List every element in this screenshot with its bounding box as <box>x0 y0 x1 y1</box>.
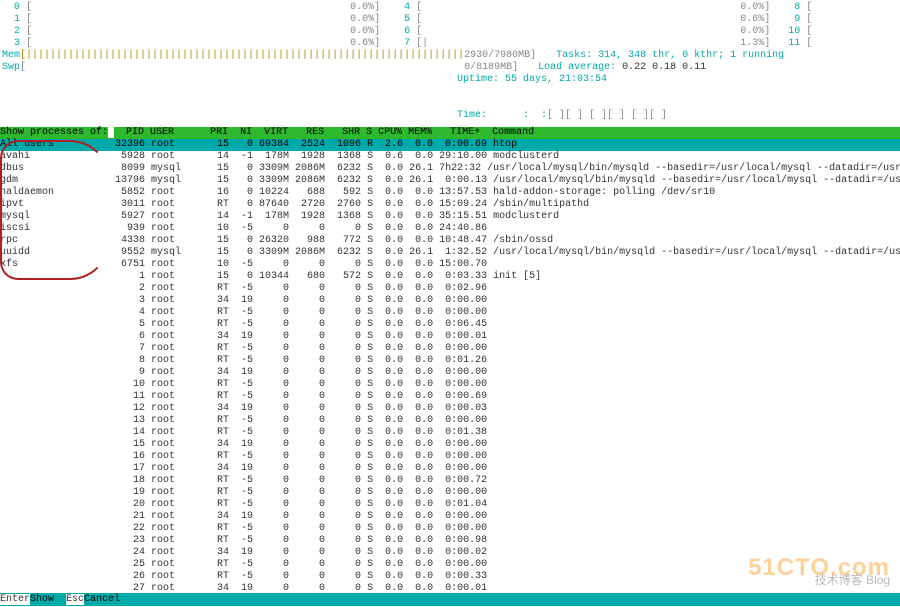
process-row[interactable]: 3 root 34 19 0 0 0 S 0.0 0.0 0:00.00 <box>115 295 900 307</box>
user-filter-item[interactable]: gdm <box>0 175 115 187</box>
process-row[interactable]: 10 root RT -5 0 0 0 S 0.0 0.0 0:00.00 <box>115 379 900 391</box>
process-row[interactable]: 19 root RT -5 0 0 0 S 0.0 0.0 0:00.00 <box>115 487 900 499</box>
process-row[interactable]: 5852 root 16 0 10224 688 592 S 0.0 0.0 1… <box>115 187 900 199</box>
process-row[interactable]: 6751 root 10 -5 0 0 0 S 0.0 0.0 15:00.70 <box>115 259 900 271</box>
process-row[interactable]: 1 root 15 0 10344 680 572 S 0.0 0.0 0:03… <box>115 271 900 283</box>
cpu-meter-1: 1 [ 0.0%] <box>2 14 392 26</box>
process-row[interactable]: 9552 mysql 15 0 3309M 2086M 6232 S 0.0 2… <box>115 247 900 259</box>
user-filter-item[interactable]: mysql <box>0 211 115 223</box>
footer-bar: EnterShow EscCancel <box>0 593 900 606</box>
process-row[interactable]: 4338 root 15 0 26320 988 772 S 0.0 0.0 1… <box>115 235 900 247</box>
enter-key-label: Enter <box>0 594 30 605</box>
user-filter-item[interactable]: avahi <box>0 151 115 163</box>
process-row[interactable]: 11 root RT -5 0 0 0 S 0.0 0.0 0:00.69 <box>115 391 900 403</box>
process-row[interactable]: 5 root RT -5 0 0 0 S 0.0 0.0 0:06.45 <box>115 319 900 331</box>
tasks-label: Tasks: 314, 348 thr, 0 kthr; 1 running <box>556 50 784 62</box>
process-row-selected[interactable]: 32396 root 15 0 69384 2524 1096 R 2.6 0.… <box>115 139 900 151</box>
filter-label: Show processes of: <box>0 127 108 139</box>
user-filter-item[interactable]: ipvt <box>0 199 115 211</box>
user-filter-item[interactable]: iscsi <box>0 223 115 235</box>
process-row[interactable]: 24 root 34 19 0 0 0 S 0.0 0.0 0:00.02 <box>115 547 900 559</box>
process-row[interactable]: 14 root RT -5 0 0 0 S 0.0 0.0 0:01.38 <box>115 427 900 439</box>
process-row[interactable]: 3011 root RT 0 87640 2720 2760 S 0.0 0.0… <box>115 199 900 211</box>
cpu-meter-10: 10 [ 0.0%] <box>782 26 900 38</box>
process-row[interactable]: 20 root RT -5 0 0 0 S 0.0 0.0 0:01.04 <box>115 499 900 511</box>
process-row[interactable]: 5928 root 14 -1 178M 1928 1368 S 0.6 0.0… <box>115 151 900 163</box>
cpu-meter-0: 0 [ 0.0%] <box>2 2 392 14</box>
swp-val: 0/8189MB] <box>464 62 518 73</box>
process-row[interactable]: 9 root 34 19 0 0 0 S 0.0 0.0 0:00.00 <box>115 367 900 379</box>
cpu-meter-5: 5 [ 0.6%] <box>392 14 782 26</box>
swp-bar: [ <box>20 62 464 73</box>
process-row[interactable]: 4 root RT -5 0 0 0 S 0.0 0.0 0:00.00 <box>115 307 900 319</box>
uptime-label: Uptime: 55 days, 21:03:54 <box>457 74 607 86</box>
process-row[interactable]: 25 root RT -5 0 0 0 S 0.0 0.0 0:00.00 <box>115 559 900 571</box>
header-cols: PID USER PRI NI VIRT RES SHR S CPU% MEM%… <box>114 127 534 138</box>
load-label: Load average: <box>538 62 622 73</box>
cpu-meter-9: 9 [ 0.0%] <box>782 14 900 26</box>
user-filter-item[interactable]: haldaemon <box>0 187 115 199</box>
cpu-meter-7: 7 [| 1.3%] <box>392 38 782 50</box>
process-row[interactable]: 15 root 34 19 0 0 0 S 0.0 0.0 0:00.00 <box>115 439 900 451</box>
cpu-meters: 0 [ 0.0%] 4 [ 0.0%] 8 [ 0.0%] 12 [ <box>0 0 900 124</box>
load-value: 0.22 0.18 0.11 <box>622 62 706 73</box>
cpu-meter-2: 2 [ 0.0%] <box>2 26 392 38</box>
process-row[interactable]: 13 root RT -5 0 0 0 S 0.0 0.0 0:00.00 <box>115 415 900 427</box>
cpu-meter-8: 8 [ 0.0%] <box>782 2 900 14</box>
cpu-meter-3: 3 [ 0.6%] <box>2 38 392 50</box>
process-row[interactable]: 6 root 34 19 0 0 0 S 0.0 0.0 0:00.01 <box>115 331 900 343</box>
cpu-meter-6: 6 [ 0.0%] <box>392 26 782 38</box>
process-row[interactable]: 21 root 34 19 0 0 0 S 0.0 0.0 0:00.00 <box>115 511 900 523</box>
swp-label: Swp <box>2 62 20 73</box>
esc-key-label: Esc <box>66 594 84 605</box>
user-filter-all[interactable]: All users <box>0 139 115 151</box>
process-row[interactable]: 5927 root 14 -1 178M 1928 1368 S 0.0 0.0… <box>115 211 900 223</box>
mem-bar: [|||||||||||||||||||||||||||||||||||||||… <box>20 50 464 61</box>
user-filter-item[interactable]: uuidd <box>0 247 115 259</box>
time-label: Time: : : <box>457 110 547 122</box>
user-filter-item[interactable]: dbus <box>0 163 115 175</box>
process-row[interactable]: 2 root RT -5 0 0 0 S 0.0 0.0 0:02.96 <box>115 283 900 295</box>
process-row[interactable]: 12 root 34 19 0 0 0 S 0.0 0.0 0:00.03 <box>115 403 900 415</box>
user-filter-item[interactable]: rpc <box>0 235 115 247</box>
cpu-meter-11: 11 [ 0.0%] <box>782 38 900 50</box>
process-row[interactable]: 22 root RT -5 0 0 0 S 0.0 0.0 0:00.00 <box>115 523 900 535</box>
process-row[interactable]: 7 root RT -5 0 0 0 S 0.0 0.0 0:00.00 <box>115 343 900 355</box>
time-boxes: [ ][ ] [ ][ ] [ ][ ] <box>547 110 667 122</box>
mem-label: Mem <box>2 50 20 61</box>
show-action[interactable]: Show <box>30 594 66 605</box>
process-list[interactable]: All users32396 root 15 0 69384 2524 1096… <box>0 139 900 607</box>
process-row[interactable]: 26 root RT -5 0 0 0 S 0.0 0.0 0:00.33 <box>115 571 900 583</box>
process-row[interactable]: 939 root 10 -5 0 0 0 S 0.0 0.0 24:40.86 <box>115 223 900 235</box>
process-row[interactable]: 18 root RT -5 0 0 0 S 0.0 0.0 0:00.72 <box>115 475 900 487</box>
process-row[interactable]: 23 root RT -5 0 0 0 S 0.0 0.0 0:00.98 <box>115 535 900 547</box>
cpu-meter-4: 4 [ 0.0%] <box>392 2 782 14</box>
process-row[interactable]: 13796 mysql 15 0 3309M 2086M 6232 S 0.0 … <box>115 175 900 187</box>
process-row[interactable]: 8099 mysql 15 0 3309M 2086M 6232 S 0.0 2… <box>115 163 900 175</box>
mem-val: 2930/7980MB] <box>464 50 536 61</box>
process-row[interactable]: 17 root 34 19 0 0 0 S 0.0 0.0 0:00.00 <box>115 463 900 475</box>
process-row[interactable]: 16 root RT -5 0 0 0 S 0.0 0.0 0:00.00 <box>115 451 900 463</box>
cancel-action[interactable]: Cancel <box>84 594 126 605</box>
column-header: Show processes of: PID USER PRI NI VIRT … <box>0 127 900 139</box>
user-filter-item[interactable]: xfs <box>0 259 115 271</box>
process-row[interactable]: 8 root RT -5 0 0 0 S 0.0 0.0 0:01.26 <box>115 355 900 367</box>
